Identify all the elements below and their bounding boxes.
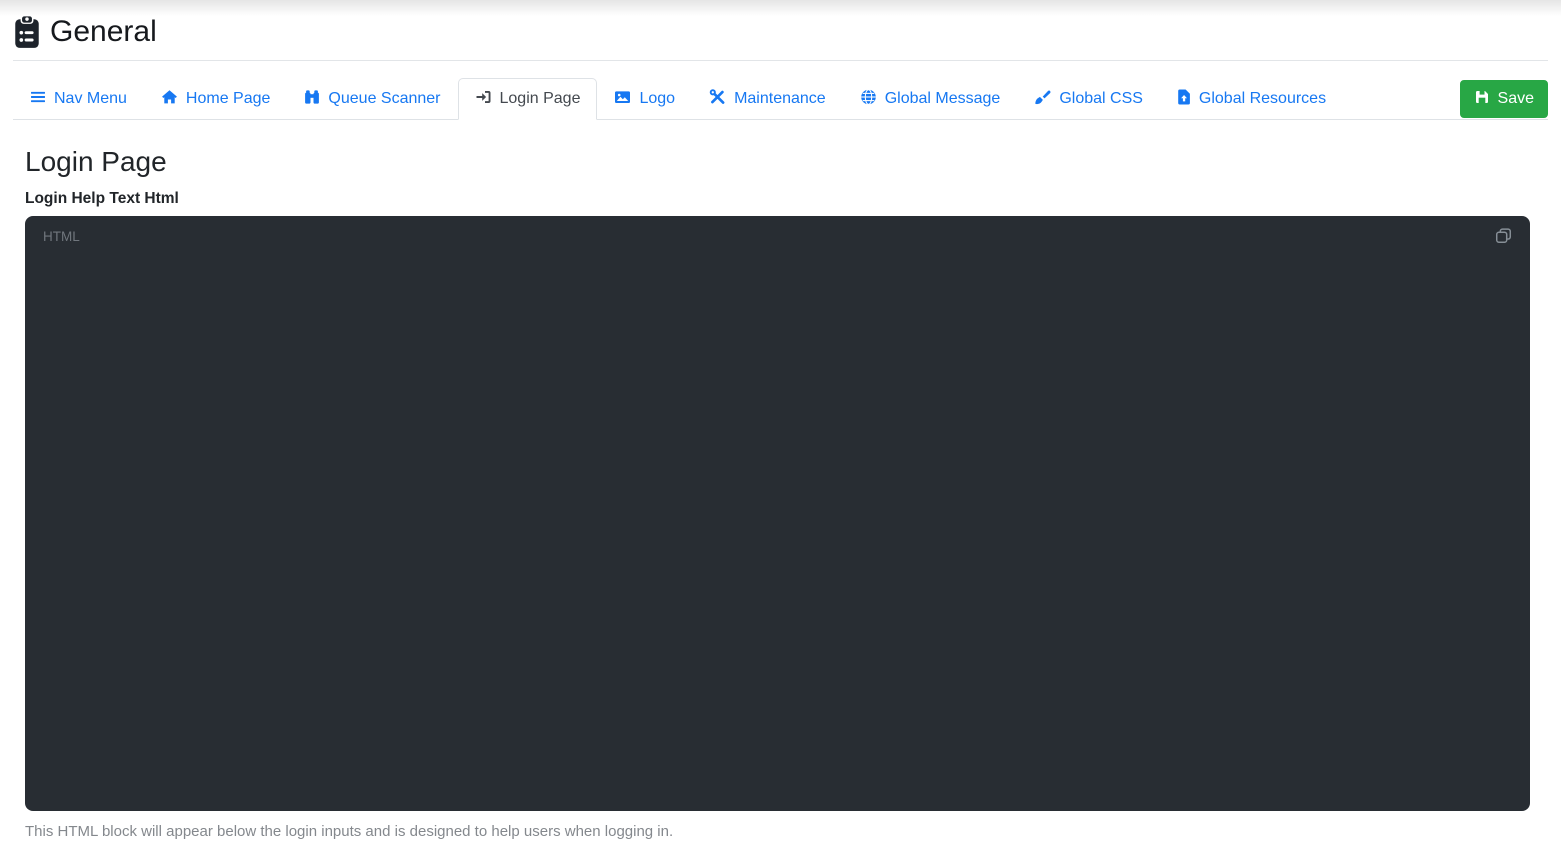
tab-logo[interactable]: Logo: [597, 78, 692, 120]
tab-label: Logo: [639, 90, 676, 107]
field-help-text: This HTML block will appear below the lo…: [25, 823, 674, 840]
save-button[interactable]: Save: [1459, 80, 1548, 118]
tab-label: Global Resources: [1198, 90, 1327, 107]
tab-home-page[interactable]: Home Page: [144, 78, 288, 120]
tab-bar: Nav Menu Home Page Queue Scanner Login P…: [13, 78, 1548, 120]
tab-global-css[interactable]: Global CSS: [1017, 78, 1160, 120]
home-icon: [161, 89, 178, 110]
page-container: General Nav Menu Home Page Queue Scanner…: [13, 0, 1548, 841]
editor-language-badge: HTML: [43, 229, 80, 244]
image-icon: [614, 89, 631, 110]
binoculars-icon: [304, 89, 320, 110]
save-button-label: Save: [1497, 90, 1534, 107]
page-title: General: [50, 15, 157, 48]
sign-in-icon: [475, 89, 492, 110]
tab-label: Login Page: [499, 90, 581, 107]
globe-icon: [860, 88, 877, 110]
tab-label: Home Page: [185, 90, 271, 107]
page-header: General: [13, 0, 1548, 61]
tab-nav-menu[interactable]: Nav Menu: [13, 78, 144, 120]
tab-global-resources[interactable]: Global Resources: [1160, 78, 1343, 120]
html-editor[interactable]: HTML: [25, 216, 1530, 811]
section-heading: Login Page: [25, 146, 167, 177]
tab-login-page[interactable]: Login Page: [457, 78, 598, 120]
copy-button[interactable]: [1492, 226, 1514, 248]
clipboard-list-icon: [14, 15, 40, 49]
bars-icon: [30, 89, 46, 110]
tab-maintenance[interactable]: Maintenance: [692, 78, 843, 120]
tab-label: Maintenance: [734, 90, 826, 107]
tab-label: Global CSS: [1059, 90, 1143, 107]
tab-global-message[interactable]: Global Message: [843, 78, 1018, 120]
tab-panel-login-page: Login Page Login Help Text Html HTML Thi…: [13, 145, 1548, 841]
floppy-disk-icon: [1474, 89, 1490, 110]
field-label: Login Help Text Html: [25, 190, 179, 207]
tab-label: Nav Menu: [54, 90, 127, 107]
copy-icon: [1494, 226, 1513, 248]
screwdriver-wrench-icon: [709, 88, 726, 110]
tab-label: Queue Scanner: [328, 90, 441, 107]
file-arrow-up-icon: [1177, 89, 1191, 110]
paintbrush-icon: [1034, 89, 1051, 110]
tab-queue-scanner[interactable]: Queue Scanner: [287, 78, 457, 120]
tab-label: Global Message: [884, 90, 1001, 107]
